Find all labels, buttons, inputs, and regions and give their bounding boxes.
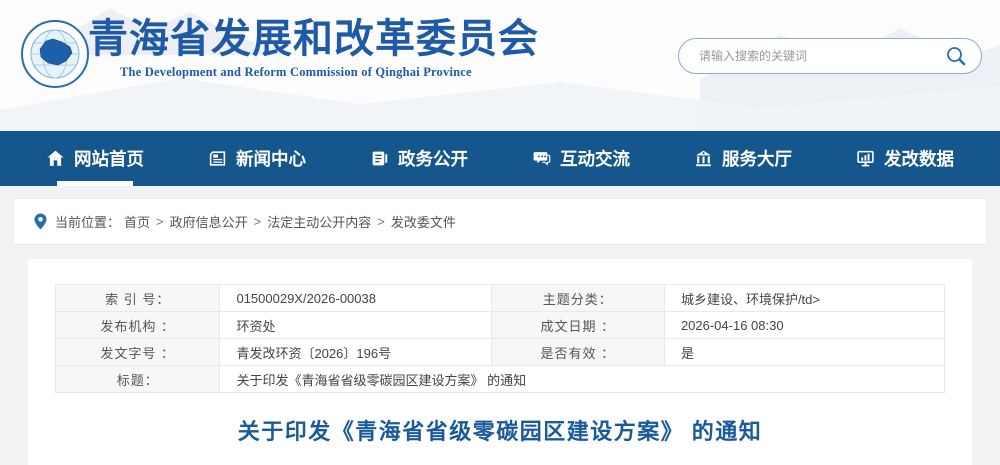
nav-item-label: 网站首页 [74, 146, 144, 171]
qinghai-drc-seal-logo [20, 19, 90, 89]
search-input[interactable] [699, 49, 943, 63]
home-icon [46, 149, 65, 168]
breadcrumb-item-drc-documents[interactable]: 发改委文件 [391, 212, 456, 231]
table-row: 索 引 号： 01500029X/2026-00038 主题分类： 城乡建设、环… [56, 285, 945, 312]
table-row: 发布机构 ： 环资处 成文日期 ： 2026-04-16 08:30 [56, 312, 945, 339]
service-hall-icon [694, 149, 713, 168]
nav-item-label: 互动交流 [560, 146, 630, 171]
breadcrumb: 当前位置： 首页 > 政府信息公开 > 法定主动公开内容 > 发改委文件 [13, 198, 987, 245]
site-title-block: 青海省发展和改革委员会 The Development and Reform C… [88, 14, 539, 80]
document-number-label: 发文字号 ： [56, 339, 220, 366]
table-row: 发文字号 ： 青发改环资〔2026〕196号 是否有效 ： 是 [56, 339, 945, 366]
title-value: 关于印发《青海省省级零碳园区建设方案》 的通知 [220, 366, 945, 393]
nav-item-interaction[interactable]: 互动交流 [528, 131, 634, 186]
document-number-value: 青发改环资〔2026〕196号 [220, 339, 491, 366]
index-number-value: 01500029X/2026-00038 [220, 285, 491, 312]
breadcrumb-prefix: 当前位置： [55, 212, 120, 231]
breadcrumb-item-home[interactable]: 首页 [124, 212, 150, 231]
nav-item-news[interactable]: 新闻中心 [204, 131, 310, 186]
location-pin-icon [34, 213, 47, 230]
validity-value: 是 [664, 339, 944, 366]
site-header: 青海省发展和改革委员会 The Development and Reform C… [0, 0, 1000, 131]
nav-item-label: 发改数据 [884, 146, 954, 171]
issue-date-value: 2026-04-16 08:30 [664, 312, 944, 339]
search-button[interactable] [943, 43, 969, 69]
search-box [678, 38, 982, 74]
topic-category-value: 城乡建设、环境保护/td> [664, 285, 944, 312]
topic-category-label: 主题分类： [491, 285, 664, 312]
nav-item-label: 新闻中心 [236, 146, 306, 171]
index-number-label: 索 引 号： [56, 285, 220, 312]
nav-item-label: 政务公开 [398, 146, 468, 171]
nav-item-home[interactable]: 网站首页 [42, 131, 148, 186]
main-nav: 网站首页 新闻中心 [0, 131, 1000, 186]
breadcrumb-separator: > [156, 214, 164, 229]
table-row: 标题： 关于印发《青海省省级零碳园区建设方案》 的通知 [56, 366, 945, 393]
nav-item-label: 服务大厅 [722, 146, 792, 171]
search-icon [945, 45, 967, 67]
document-icon [370, 149, 389, 168]
news-icon [208, 149, 227, 168]
title-label: 标题： [56, 366, 220, 393]
nav-item-drc-data[interactable]: 发改数据 [852, 131, 958, 186]
main-content: 当前位置： 首页 > 政府信息公开 > 法定主动公开内容 > 发改委文件 索 引… [0, 198, 1000, 465]
issuing-agency-label: 发布机构 ： [56, 312, 220, 339]
nav-item-service-hall[interactable]: 服务大厅 [690, 131, 796, 186]
breadcrumb-separator: > [254, 214, 262, 229]
breadcrumb-item-statutory-disclosure[interactable]: 法定主动公开内容 [267, 212, 371, 231]
document-card: 索 引 号： 01500029X/2026-00038 主题分类： 城乡建设、环… [28, 259, 972, 465]
page: 青海省发展和改革委员会 The Development and Reform C… [0, 0, 1000, 465]
issuing-agency-value: 环资处 [220, 312, 491, 339]
site-title: 青海省发展和改革委员会 [88, 14, 539, 64]
data-monitor-icon [856, 149, 875, 168]
breadcrumb-item-gov-info[interactable]: 政府信息公开 [170, 212, 248, 231]
nav-item-gov-info[interactable]: 政务公开 [366, 131, 472, 186]
site-subtitle: The Development and Reform Commission of… [120, 65, 539, 80]
document-title: 关于印发《青海省省级零碳园区建设方案》 的通知 [55, 414, 945, 446]
validity-label: 是否有效 ： [491, 339, 664, 366]
chat-icon [532, 149, 551, 168]
breadcrumb-separator: > [377, 214, 385, 229]
document-meta-table: 索 引 号： 01500029X/2026-00038 主题分类： 城乡建设、环… [55, 284, 945, 393]
issue-date-label: 成文日期 ： [491, 312, 664, 339]
